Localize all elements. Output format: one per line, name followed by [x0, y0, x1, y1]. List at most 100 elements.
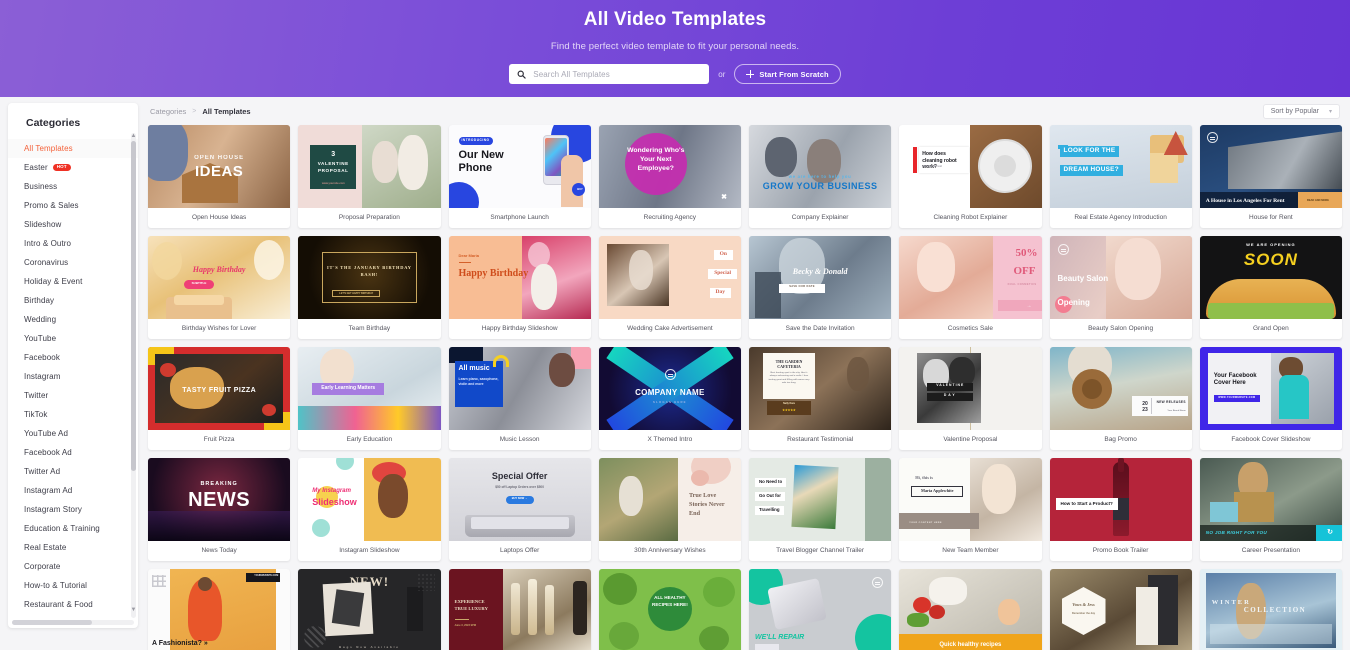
- template-thumbnail[interactable]: COMPANY NAME SLOGAN HERE: [598, 347, 741, 430]
- template-thumbnail[interactable]: True Love Stories Never End: [598, 458, 741, 541]
- sidebar-item-fashion-beauty[interactable]: Fashion & Beauty: [8, 614, 138, 619]
- template-thumbnail[interactable]: ALL HEALTHY RECIPES HERE!: [598, 569, 741, 650]
- sidebar-hscrollbar-thumb[interactable]: [12, 620, 92, 625]
- sidebar-item-facebook-ad[interactable]: Facebook Ad: [8, 443, 138, 462]
- template-thumbnail[interactable]: Hi, this is Maria Applewhite YOUR CONTEN…: [899, 458, 1042, 541]
- template-thumbnail[interactable]: YOURWEBSITE.COM A Fashionista? »: [148, 569, 291, 650]
- template-thumbnail[interactable]: LOOK FOR THE DREAM HOUSE?: [1049, 125, 1192, 208]
- template-card[interactable]: OPEN HOUSE IDEAS Open House Ideas: [148, 125, 291, 228]
- sidebar-item-facebook[interactable]: Facebook: [8, 348, 138, 367]
- template-thumbnail[interactable]: NO JOB RIGHT FOR YOU ↻: [1199, 458, 1342, 541]
- sidebar-item-birthday[interactable]: Birthday: [8, 291, 138, 310]
- sidebar-item-instagram-ad[interactable]: Instagram Ad: [8, 481, 138, 500]
- sidebar-item-intro-outro[interactable]: Intro & Outro: [8, 234, 138, 253]
- template-card[interactable]: All music Learn piano, saxophone, violin…: [448, 347, 591, 450]
- template-thumbnail[interactable]: Early Learning Matters: [298, 347, 441, 430]
- template-thumbnail[interactable]: Wondering Who's Your Next Employee? ✖: [598, 125, 741, 208]
- template-card[interactable]: Special Offer $50 off Laptop Orders over…: [448, 458, 591, 561]
- template-thumbnail[interactable]: 3 VALENTINE PROPOSAL www.yoursite.com: [298, 125, 441, 208]
- template-card[interactable]: Dear Maria Happy Birthday Happy Birthday …: [448, 236, 591, 339]
- template-card[interactable]: COMPANY NAME SLOGAN HERE X Themed Intro: [598, 347, 741, 450]
- template-card[interactable]: On Special Day Wedding Cake Advertisement: [598, 236, 741, 339]
- template-thumbnail[interactable]: THE GARDEN CAFETERIA Best hosting spot i…: [749, 347, 892, 430]
- start-from-scratch-button[interactable]: Start From Scratch: [734, 64, 841, 84]
- sidebar-item-twitter-ad[interactable]: Twitter Ad: [8, 462, 138, 481]
- sidebar-item-slideshow[interactable]: Slideshow: [8, 215, 138, 234]
- template-thumbnail[interactable]: Dear Maria Happy Birthday: [448, 236, 591, 319]
- template-thumbnail[interactable]: Quick healthy recipes: [899, 569, 1042, 650]
- template-card[interactable]: NO JOB RIGHT FOR YOU ↻ Career Presentatio…: [1199, 458, 1342, 561]
- template-card[interactable]: Quick healthy recipesQuick Healthy Recip…: [899, 569, 1042, 650]
- template-thumbnail[interactable]: Happy Birthday SUBTITLE: [148, 236, 291, 319]
- template-card[interactable]: Becky & Donald SAVE OUR DATE Save the Dat…: [749, 236, 892, 339]
- template-thumbnail[interactable]: Beauty Salon Opening: [1049, 236, 1192, 319]
- sidebar-item-coronavirus[interactable]: Coronavirus: [8, 253, 138, 272]
- template-card[interactable]: BREAKING NEWS News Today: [148, 458, 291, 561]
- template-thumbnail[interactable]: INTRODUCING Our New Phone BUY: [448, 125, 591, 208]
- sidebar-item-how-to-tutorial[interactable]: How-to & Tutorial: [8, 576, 138, 595]
- sidebar-item-instagram-story[interactable]: Instagram Story: [8, 500, 138, 519]
- template-card[interactable]: Vows & Jess Remember the dayVows & Jess …: [1049, 569, 1192, 650]
- sidebar-item-twitter[interactable]: Twitter: [8, 386, 138, 405]
- sidebar-item-tiktok[interactable]: TikTok: [8, 405, 138, 424]
- template-card[interactable]: INTRODUCING Our New Phone BUY Smartphone …: [448, 125, 591, 228]
- template-card[interactable]: THE GARDEN CAFETERIA Best hosting spot i…: [749, 347, 892, 450]
- template-card[interactable]: IT'S THE JANUARY BIRTHDAY BASH! LET'S GE…: [298, 236, 441, 339]
- sidebar-item-youtube-ad[interactable]: YouTube Ad: [8, 424, 138, 443]
- template-card[interactable]: No Need to Go Out for Travelling Travel B…: [749, 458, 892, 561]
- template-card[interactable]: True Love Stories Never End 30th Annivers…: [598, 458, 741, 561]
- template-thumbnail[interactable]: 50% OFF DUAL COSMETICS →: [899, 236, 1042, 319]
- template-card[interactable]: How does cleaning robot work? effect bas…: [899, 125, 1042, 228]
- template-thumbnail[interactable]: WE'LL REPAIR: [749, 569, 892, 650]
- template-thumbnail[interactable]: Vows & Jess Remember the day: [1049, 569, 1192, 650]
- template-thumbnail[interactable]: OPEN HOUSE IDEAS: [148, 125, 291, 208]
- template-card[interactable]: 50% OFF DUAL COSMETICS → Cosmetics Sale: [899, 236, 1042, 339]
- sidebar-item-easter[interactable]: Easter HOT: [8, 158, 138, 177]
- template-card[interactable]: A House in Los Angeles For Rent READ AND…: [1199, 125, 1342, 228]
- sidebar-scrollbar-thumb[interactable]: [131, 141, 136, 471]
- template-card[interactable]: Wondering Who's Your Next Employee? ✖ Rec…: [598, 125, 741, 228]
- template-thumbnail[interactable]: Becky & Donald SAVE OUR DATE: [749, 236, 892, 319]
- template-thumbnail[interactable]: Your Facebook Cover Here WWW.YOURWEBSITE…: [1199, 347, 1342, 430]
- sort-dropdown[interactable]: Sort by Popular ▾: [1262, 103, 1340, 119]
- sidebar-item-all-templates[interactable]: All Templates: [8, 139, 138, 158]
- breadcrumb-root[interactable]: Categories: [150, 107, 186, 116]
- template-card[interactable]: My Instagram Slideshow Instagram Slidesho…: [298, 458, 441, 561]
- template-card[interactable]: VALENTINE DAY Valentine Proposal: [899, 347, 1042, 450]
- template-card[interactable]: WE ARE OPENING SOON Grand Open: [1199, 236, 1342, 339]
- scroll-down-arrow-icon[interactable]: ▼: [130, 607, 137, 614]
- template-card[interactable]: Happy Birthday SUBTITLE Birthday Wishes f…: [148, 236, 291, 339]
- template-card[interactable]: Your Facebook Cover Here WWW.YOURWEBSITE…: [1199, 347, 1342, 450]
- template-thumbnail[interactable]: IT'S THE JANUARY BIRTHDAY BASH! LET'S GE…: [298, 236, 441, 319]
- template-card[interactable]: Beauty Salon Opening Beauty Salon Opening: [1049, 236, 1192, 339]
- template-thumbnail[interactable]: All music Learn piano, saxophone, violin…: [448, 347, 591, 430]
- search-input[interactable]: Search All Templates: [509, 64, 710, 84]
- template-thumbnail[interactable]: How does cleaning robot work? effect bas…: [899, 125, 1042, 208]
- sidebar-item-holiday-event[interactable]: Holiday & Event: [8, 272, 138, 291]
- template-thumbnail[interactable]: A House in Los Angeles For Rent READ AND…: [1199, 125, 1342, 208]
- sidebar-item-real-estate[interactable]: Real Estate: [8, 538, 138, 557]
- template-card[interactable]: How to Start a Product? Promo Book Traile…: [1049, 458, 1192, 561]
- template-thumbnail[interactable]: No Need to Go Out for Travelling: [749, 458, 892, 541]
- sidebar-item-youtube[interactable]: YouTube: [8, 329, 138, 348]
- template-card[interactable]: 20 23 NEW RELEASES Your Brand Name Bag Pro…: [1049, 347, 1192, 450]
- sidebar-item-corporate[interactable]: Corporate: [8, 557, 138, 576]
- template-card[interactable]: EXPERIENCE TRUE LUXURY June 3, 2023 9PMT…: [448, 569, 591, 650]
- sidebar-item-restaurant-food[interactable]: Restaurant & Food: [8, 595, 138, 614]
- template-card[interactable]: Hi, this is Maria Applewhite YOUR CONTEN…: [899, 458, 1042, 561]
- template-thumbnail[interactable]: WINTER COLLECTION: [1199, 569, 1342, 650]
- template-card[interactable]: YOURWEBSITE.COM A Fashionista? » A Fashi…: [148, 569, 291, 650]
- template-thumbnail[interactable]: On Special Day: [598, 236, 741, 319]
- template-card[interactable]: WE'LL REPAIR Repair Service: [749, 569, 892, 650]
- template-card[interactable]: NEW! Bags Now AvailableBags New Arrivals: [298, 569, 441, 650]
- template-thumbnail[interactable]: BREAKING NEWS: [148, 458, 291, 541]
- template-card[interactable]: LOOK FOR THE DREAM HOUSE? Real Estate Age…: [1049, 125, 1192, 228]
- template-thumbnail[interactable]: TASTY FRUIT PIZZA: [148, 347, 291, 430]
- sidebar-item-wedding[interactable]: Wedding: [8, 310, 138, 329]
- scroll-up-arrow-icon[interactable]: ▲: [130, 133, 137, 140]
- template-thumbnail[interactable]: EXPERIENCE TRUE LUXURY June 3, 2023 9PM: [448, 569, 591, 650]
- template-card[interactable]: Early Learning Matters Early Education: [298, 347, 441, 450]
- template-card[interactable]: we are here to help you GROW YOUR BUSINE…: [749, 125, 892, 228]
- template-thumbnail[interactable]: How to Start a Product?: [1049, 458, 1192, 541]
- template-card[interactable]: WINTER COLLECTIONWinter Collection: [1199, 569, 1342, 650]
